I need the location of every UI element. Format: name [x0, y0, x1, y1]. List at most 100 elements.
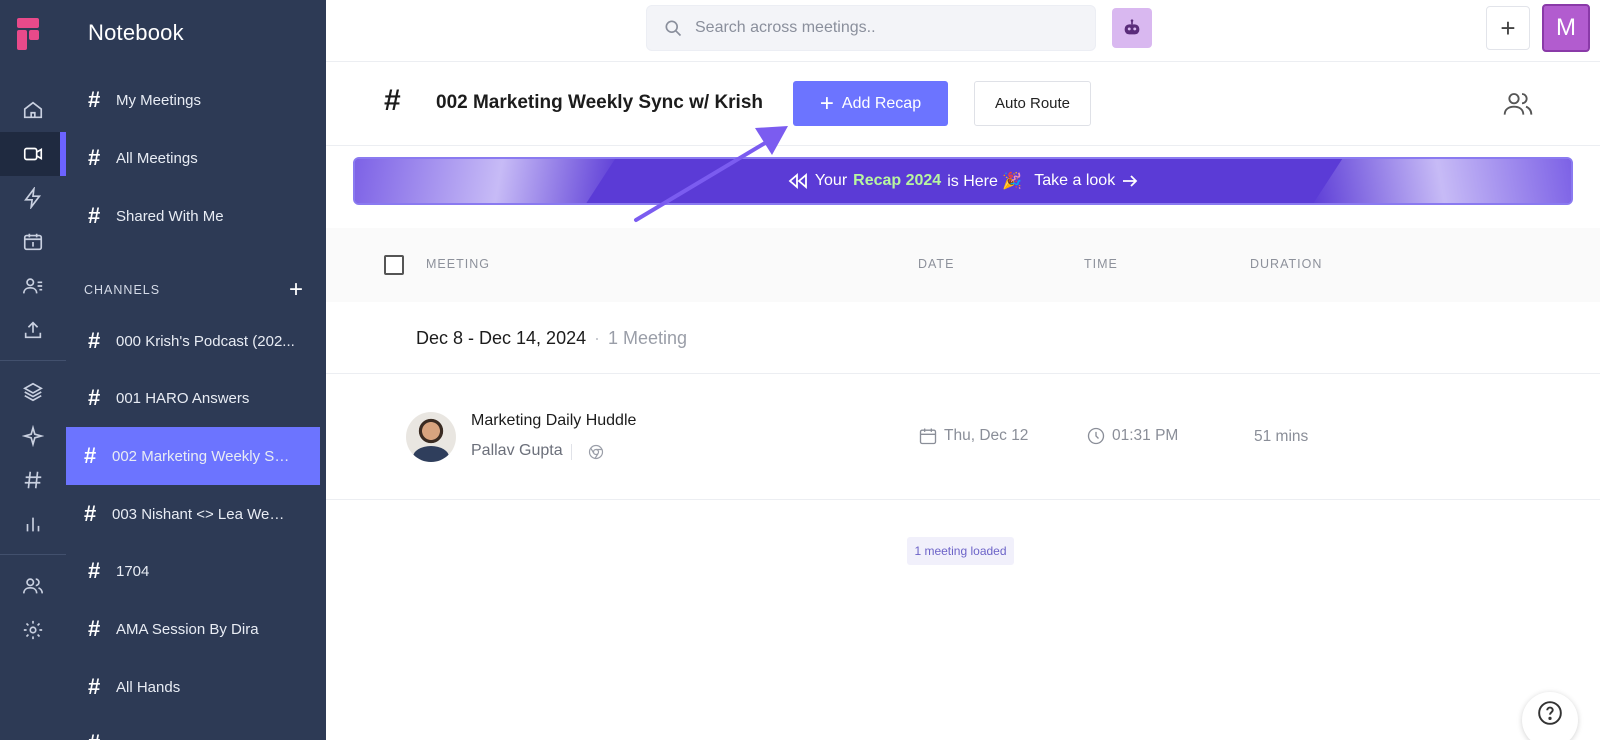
meeting-duration: 51 mins: [1254, 428, 1309, 445]
hash-icon: #: [88, 87, 101, 112]
rail-channels[interactable]: [0, 458, 66, 502]
select-all-checkbox[interactable]: [384, 255, 404, 275]
banner-decoration: [1311, 159, 1571, 203]
search-box[interactable]: [646, 5, 1096, 51]
sidebar-item-all-meetings[interactable]: # All Meetings: [66, 129, 320, 187]
sidebar-item-label: Shared With Me: [116, 207, 224, 225]
layers-icon: [23, 382, 43, 402]
sidebar-item-my-meetings[interactable]: # My Meetings: [66, 71, 320, 129]
hash-icon: #: [84, 501, 97, 526]
channel-item[interactable]: # All Hands: [66, 658, 320, 716]
rail-divider: [0, 360, 66, 361]
column-header-meeting: MEETING: [426, 257, 490, 271]
rail-settings[interactable]: [0, 608, 66, 652]
sidebar-item-shared-with-me[interactable]: # Shared With Me: [66, 187, 320, 245]
video-icon: [23, 147, 43, 161]
rail-home[interactable]: [0, 88, 66, 132]
rail-automation[interactable]: [0, 176, 66, 220]
banner-content: Your Recap 2024 is Here 🎉 Take a look: [787, 171, 1139, 191]
sparkle-icon: [22, 425, 44, 447]
channel-item-label: All Hands: [116, 678, 181, 696]
channel-sidebar: Notebook # My Meetings # All Meetings # …: [66, 0, 326, 740]
channel-item[interactable]: # 001 HARO Answers: [66, 369, 320, 427]
chrome-icon: [588, 444, 604, 460]
banner-middle: is Here 🎉: [947, 173, 1023, 190]
meeting-count-label: 1 Meeting: [608, 328, 688, 348]
banner-highlight: Recap 2024: [853, 172, 942, 189]
channel-item-active[interactable]: # 002 Marketing Weekly Sy...: [66, 427, 320, 485]
upload-icon: [24, 321, 42, 339]
sidebar-item-label: All Meetings: [116, 149, 198, 167]
user-avatar[interactable]: M: [1542, 4, 1590, 52]
hash-icon: #: [88, 616, 101, 641]
column-header-date: DATE: [918, 257, 955, 271]
table-row[interactable]: Marketing Daily Huddle Pallav Gupta Thu,…: [326, 374, 1600, 500]
banner-prefix: Your: [814, 172, 848, 189]
channel-item-label: 002 Marketing Weekly Sy...: [112, 447, 292, 465]
robot-icon: [1124, 19, 1140, 35]
date-group-header: Dec 8 - Dec 14, 2024 · 1 Meeting: [326, 302, 1600, 374]
home-icon: [23, 101, 43, 119]
channel-item-label: 003 Nishant <> Lea Week...: [112, 505, 292, 523]
add-recap-label: Add Recap: [841, 94, 922, 112]
top-bar: + M: [326, 0, 1600, 62]
bar-chart-icon: [26, 517, 40, 532]
hash-icon: #: [84, 443, 97, 468]
rail-calendar[interactable]: [0, 220, 66, 264]
meeting-count: · 1 Meeting: [594, 328, 687, 349]
members-icon[interactable]: [1502, 88, 1534, 120]
hash-icon: #: [88, 145, 101, 170]
meeting-title[interactable]: Marketing Daily Huddle: [471, 412, 636, 430]
hash-icon: #: [88, 385, 101, 410]
lightning-icon: [24, 187, 42, 209]
rail-upload[interactable]: [0, 308, 66, 352]
hash-icon: #: [88, 203, 101, 228]
rail-ai[interactable]: [0, 414, 66, 458]
rail-team[interactable]: [0, 564, 66, 608]
search-input[interactable]: [695, 19, 1075, 37]
sidebar-item-label: My Meetings: [116, 91, 202, 109]
help-button[interactable]: [1522, 692, 1578, 740]
rail-layers[interactable]: [0, 370, 66, 414]
meeting-date-value: Thu, Dec 12: [944, 427, 1029, 444]
rail-divider: [0, 554, 66, 555]
recap-2024-banner[interactable]: Your Recap 2024 is Here 🎉 Take a look: [353, 157, 1573, 205]
banner-cta: Take a look: [1034, 172, 1116, 189]
avatar-shirt: [413, 446, 449, 462]
rail-contacts[interactable]: [0, 264, 66, 308]
contacts-icon: [23, 278, 43, 294]
channel-item[interactable]: #: [66, 714, 320, 740]
rail-meetings[interactable]: [0, 132, 66, 176]
date-range: Dec 8 - Dec 14, 2024: [416, 328, 587, 348]
assistant-bot-button[interactable]: [1112, 8, 1152, 48]
add-recap-button[interactable]: + Add Recap: [793, 81, 948, 126]
rail-analytics[interactable]: [0, 502, 66, 546]
app-logo-icon[interactable]: [15, 16, 51, 52]
channel-item-label: AMA Session By Dira: [116, 620, 259, 638]
meetings-table-header: MEETING DATE TIME DURATION: [326, 228, 1600, 302]
calendar-icon: [919, 428, 937, 445]
settings-icon: [23, 620, 43, 640]
hash-icon: #: [88, 730, 116, 740]
help-icon: [1538, 701, 1562, 725]
channel-item[interactable]: # 000 Krish's Podcast (202...: [66, 312, 320, 370]
dot-separator: ·: [594, 328, 600, 348]
meeting-time-value: 01:31 PM: [1112, 427, 1179, 444]
channel-item[interactable]: # 003 Nishant <> Lea Week...: [66, 485, 320, 543]
channel-item-label: 001 HARO Answers: [116, 389, 250, 407]
loaded-status-badge: 1 meeting loaded: [907, 537, 1014, 565]
channel-item-label: 000 Krish's Podcast (202...: [116, 332, 295, 350]
channel-item[interactable]: # AMA Session By Dira: [66, 600, 320, 658]
banner-decoration: [355, 159, 615, 203]
pointer-arrow-annotation: [634, 126, 788, 222]
create-button[interactable]: +: [1486, 6, 1530, 50]
search-icon: [665, 20, 682, 37]
add-channel-icon[interactable]: +: [289, 278, 304, 302]
auto-route-button[interactable]: Auto Route: [974, 81, 1091, 126]
channel-item[interactable]: # 1704: [66, 542, 320, 600]
hash-icon: #: [88, 674, 101, 699]
plus-icon: +: [819, 89, 834, 117]
divider: [571, 444, 572, 460]
icon-rail: [0, 0, 66, 740]
app-title: Notebook: [88, 20, 184, 45]
